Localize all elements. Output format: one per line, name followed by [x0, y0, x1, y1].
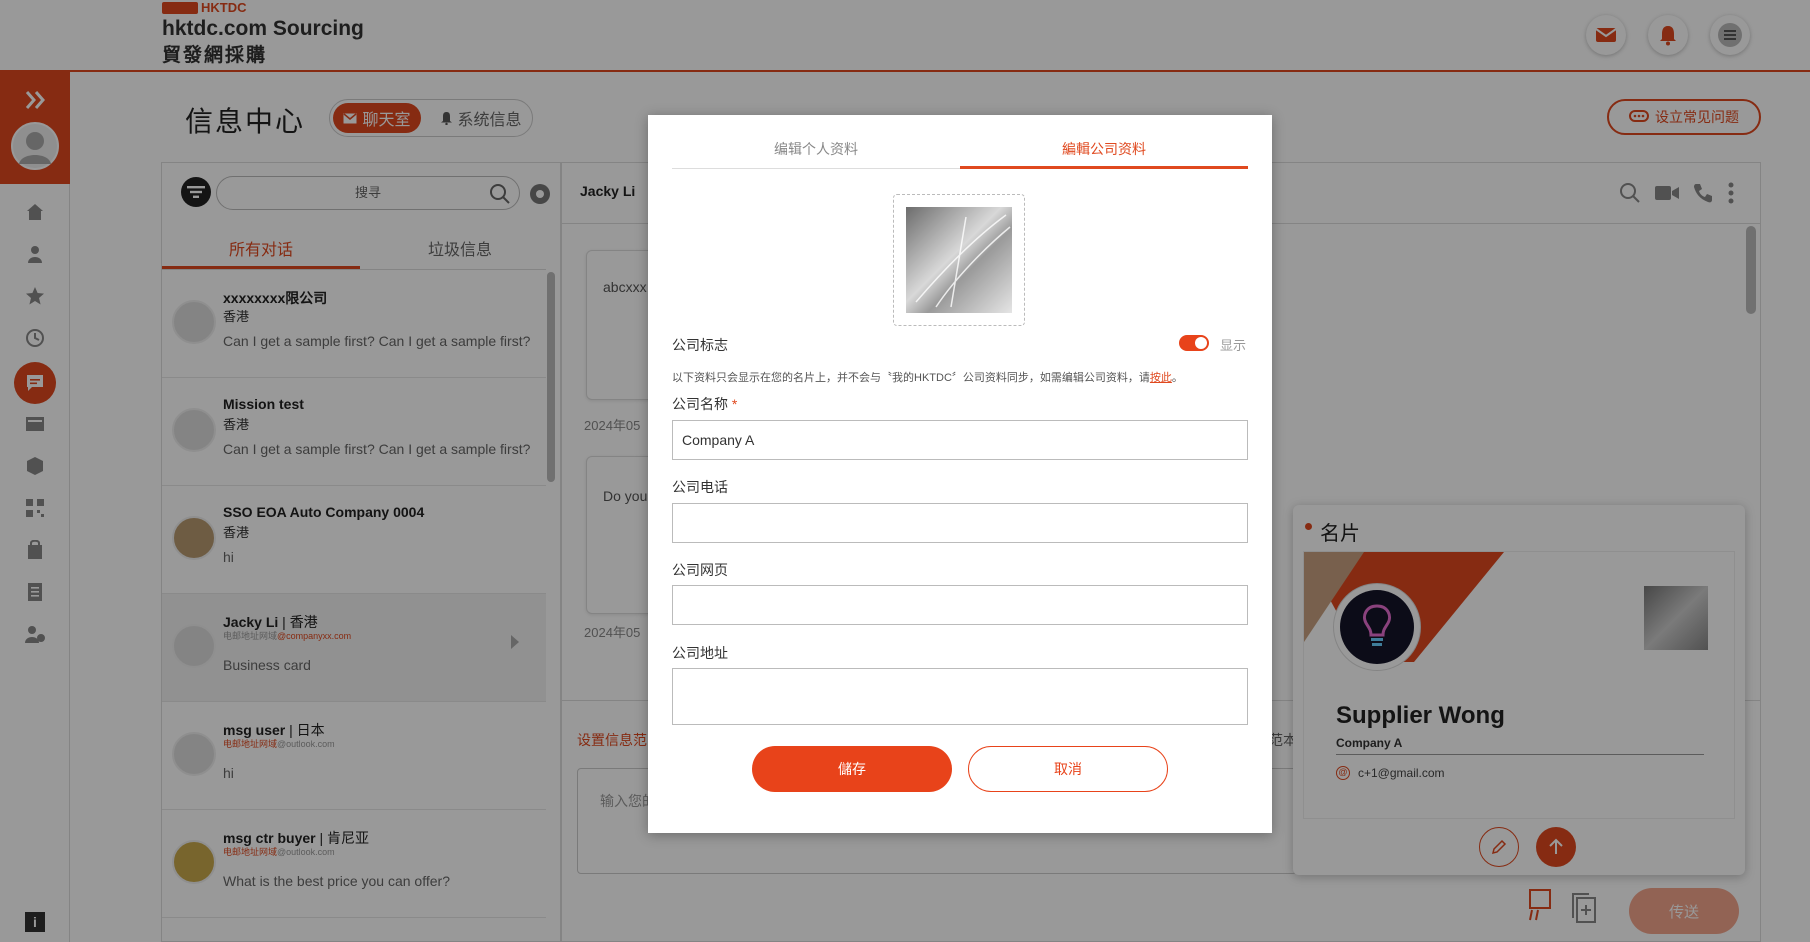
required-mark: * [731, 396, 738, 412]
cancel-button[interactable]: 取消 [968, 746, 1168, 792]
save-button[interactable]: 儲存 [752, 746, 952, 792]
company-name-label: 公司名称 * [672, 396, 738, 412]
company-phone-field[interactable] [672, 503, 1248, 543]
toggle-label: 显示 [1220, 338, 1247, 353]
tab-edit-personal[interactable]: 编辑个人资料 [672, 139, 960, 165]
sync-note: 以下资料只会显示在您的名片上，并不会与〝我的HKTDC〞公司资料同步，如需编辑公… [672, 372, 1183, 384]
company-name-field[interactable]: Company A [672, 420, 1248, 460]
edit-company-link[interactable]: 按此 [1150, 372, 1172, 384]
toggle-knob [1195, 337, 1207, 349]
company-website-field[interactable] [672, 585, 1248, 625]
company-address-field[interactable] [672, 668, 1248, 725]
company-website-label: 公司网页 [672, 562, 728, 578]
company-phone-label: 公司电话 [672, 479, 728, 495]
company-logo-label: 公司标志 [672, 337, 728, 353]
company-logo-upload[interactable] [893, 194, 1025, 326]
company-logo-image [906, 207, 1012, 313]
tab-edit-company[interactable]: 編輯公司资料 [960, 139, 1248, 165]
logo-display-toggle[interactable] [1179, 335, 1209, 351]
logo-light-streaks [915, 214, 1011, 308]
company-address-label: 公司地址 [672, 645, 728, 661]
active-tab-indicator [960, 166, 1248, 169]
edit-profile-modal: 编辑个人资料 編輯公司资料 公司标志 显示 以下资料只会显示在您的名片上，并不会… [648, 115, 1272, 833]
